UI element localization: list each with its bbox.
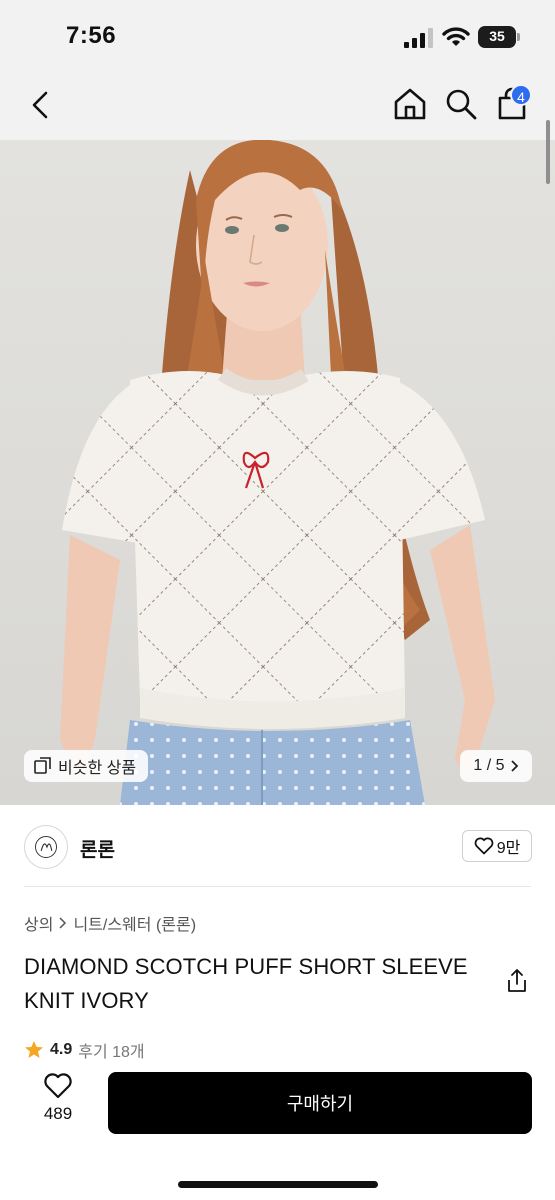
page-scrollbar[interactable] (546, 120, 550, 184)
chevron-right-icon (59, 917, 67, 929)
home-indicator (178, 1181, 378, 1188)
brand-like-button[interactable]: 9만 (462, 830, 532, 862)
battery-icon: 35 (478, 26, 516, 48)
battery-cap (517, 33, 520, 41)
cart-count-badge: 4 (510, 84, 532, 106)
cellular-signal-icon (404, 28, 433, 48)
home-icon[interactable] (392, 86, 428, 122)
review-count: 후기 18개 (78, 1044, 145, 1061)
wishlist-button[interactable]: 489 (30, 1072, 86, 1132)
image-counter-button[interactable]: 1 / 5 (460, 750, 532, 782)
search-icon[interactable] (444, 87, 478, 121)
product-detail-page: 7:56 35 4 비슷한 상품 1 / 5 론론 9만 상의 니트/스웨터 (… (0, 0, 555, 1200)
copy-icon (34, 757, 51, 774)
similar-products-button[interactable]: 비슷한 상품 (24, 750, 149, 782)
brand-like-count: 9만 (496, 840, 521, 857)
brand-row: 론론 9만 (0, 805, 555, 887)
share-icon[interactable] (505, 968, 529, 994)
breadcrumb-subcategory[interactable]: 니트/스웨터 (론론) (73, 911, 196, 935)
back-icon[interactable] (26, 90, 54, 120)
breadcrumb: 상의 니트/스웨터 (론론) (24, 911, 196, 935)
bottom-action-bar: 489 구매하기 (0, 1060, 555, 1200)
brand-logo[interactable] (24, 825, 68, 869)
rating-row[interactable]: 4.9 후기 18개 (24, 1038, 145, 1062)
image-counter: 1 / 5 (473, 757, 505, 774)
status-bar: 7:56 35 (0, 0, 555, 72)
top-navigation: 4 (0, 72, 555, 140)
breadcrumb-category[interactable]: 상의 (24, 911, 53, 935)
wifi-icon (442, 27, 470, 46)
similar-products-label: 비슷한 상품 (58, 760, 137, 777)
model-photo (60, 140, 495, 805)
battery-level: 35 (489, 28, 505, 44)
divider (24, 886, 531, 887)
status-time: 7:56 (66, 22, 117, 49)
buy-button[interactable]: 구매하기 (108, 1072, 532, 1134)
chevron-right-icon (510, 760, 518, 772)
rating-score: 4.9 (50, 1041, 73, 1058)
wishlist-count: 489 (43, 1104, 73, 1123)
star-icon (25, 1041, 43, 1058)
product-image[interactable] (0, 140, 555, 805)
heart-icon (474, 837, 494, 855)
product-title: DIAMOND SCOTCH PUFF SHORT SLEEVE KNIT IV… (24, 954, 468, 1013)
brand-name[interactable]: 론론 (80, 835, 115, 862)
heart-icon (44, 1073, 72, 1099)
